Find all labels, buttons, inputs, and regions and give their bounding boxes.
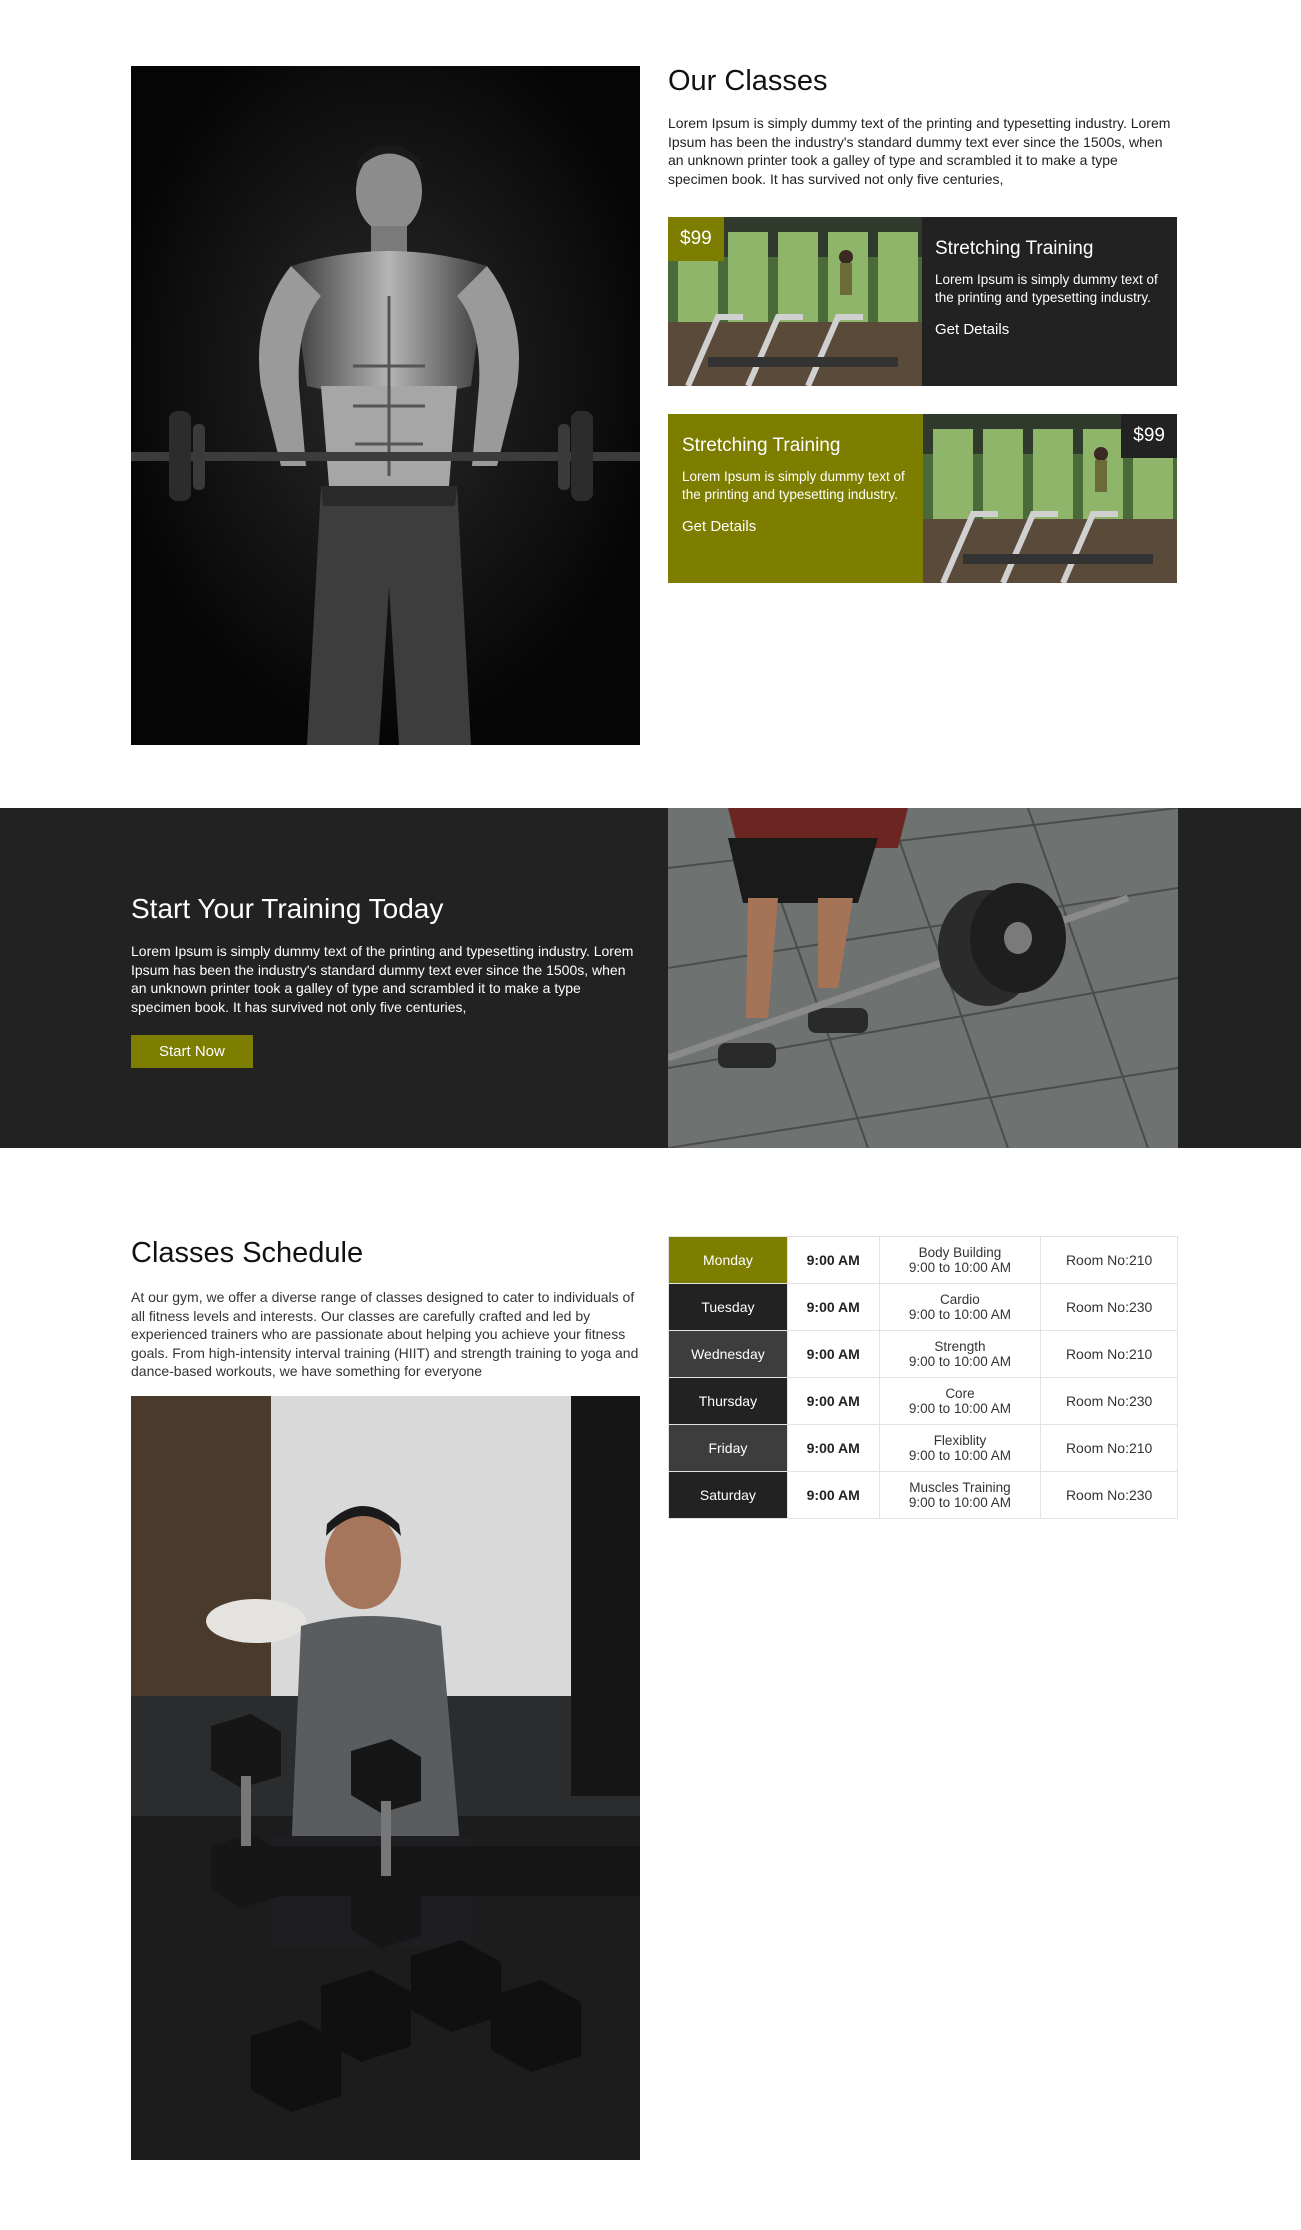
class-hours: 9:00 to 10:00 AM bbox=[908, 1401, 1011, 1416]
table-row: Friday 9:00 AM Flexiblity 9:00 to 10:00 A… bbox=[668, 1424, 1178, 1472]
room-cell: Room No:230 bbox=[1040, 1283, 1178, 1331]
time-cell: 9:00 AM bbox=[786, 1236, 880, 1284]
section-title: Start Your Training Today bbox=[131, 893, 444, 924]
table-row: Tuesday 9:00 AM Cardio 9:00 to 10:00 AM R… bbox=[668, 1283, 1178, 1331]
day-cell: Wednesday bbox=[668, 1330, 788, 1378]
class-hours: 9:00 to 10:00 AM bbox=[908, 1448, 1011, 1463]
time-cell: 9:00 AM bbox=[786, 1471, 880, 1519]
card-content: Stretching Training Lorem Ipsum is simpl… bbox=[922, 217, 1177, 386]
price-badge: $99 bbox=[668, 217, 724, 261]
classes-schedule-section: Classes Schedule At our gym, we offer a … bbox=[0, 1148, 1301, 2230]
class-cell: Strength 9:00 to 10:00 AM bbox=[878, 1330, 1042, 1378]
time-cell: 9:00 AM bbox=[786, 1330, 880, 1378]
day-cell: Saturday bbox=[668, 1471, 788, 1519]
room-cell: Room No:210 bbox=[1040, 1236, 1178, 1284]
section-title: Our Classes bbox=[668, 65, 828, 97]
our-classes-intro: Our Classes Lorem Ipsum is simply dummy … bbox=[668, 62, 1178, 188]
dumbbell-training-photo bbox=[131, 1396, 640, 2160]
treadmill-photo: $99 bbox=[923, 414, 1177, 583]
class-card: $99 Stretching Training Lorem Ipsum is s… bbox=[668, 217, 1177, 386]
card-description: Lorem Ipsum is simply dummy text of the … bbox=[935, 272, 1158, 305]
class-card: Stretching Training Lorem Ipsum is simpl… bbox=[668, 414, 1177, 583]
card-title: Stretching Training bbox=[935, 238, 1094, 259]
room-cell: Room No:210 bbox=[1040, 1330, 1178, 1378]
room-cell: Room No:230 bbox=[1040, 1471, 1178, 1519]
table-row: Wednesday 9:00 AM Strength 9:00 to 10:00 … bbox=[668, 1330, 1178, 1378]
section-description: At our gym, we offer a diverse range of … bbox=[131, 1289, 639, 1379]
bodybuilder-photo bbox=[131, 66, 640, 745]
card-content: Stretching Training Lorem Ipsum is simpl… bbox=[668, 414, 923, 583]
our-classes-section: Our Classes Lorem Ipsum is simply dummy … bbox=[0, 0, 1301, 808]
time-cell: 9:00 AM bbox=[786, 1424, 880, 1472]
class-cell: Core 9:00 to 10:00 AM bbox=[878, 1377, 1042, 1425]
class-cell: Muscles Training 9:00 to 10:00 AM bbox=[878, 1471, 1042, 1519]
class-cell: Flexiblity 9:00 to 10:00 AM bbox=[878, 1424, 1042, 1472]
start-now-button[interactable]: Start Now bbox=[131, 1035, 253, 1068]
get-details-link[interactable]: Get Details bbox=[935, 321, 1009, 338]
section-description: Lorem Ipsum is simply dummy text of the … bbox=[668, 115, 1171, 187]
class-name: Cardio bbox=[940, 1292, 980, 1307]
class-hours: 9:00 to 10:00 AM bbox=[908, 1307, 1011, 1322]
room-cell: Room No:230 bbox=[1040, 1377, 1178, 1425]
class-hours: 9:00 to 10:00 AM bbox=[908, 1260, 1011, 1275]
treadmill-photo: $99 bbox=[668, 217, 922, 386]
class-hours: 9:00 to 10:00 AM bbox=[908, 1495, 1011, 1510]
schedule-intro: Classes Schedule At our gym, we offer a … bbox=[131, 1234, 641, 1381]
price-badge: $99 bbox=[1121, 414, 1177, 458]
class-cell: Body Building 9:00 to 10:00 AM bbox=[878, 1236, 1042, 1284]
day-cell: Thursday bbox=[668, 1377, 788, 1425]
class-name: Muscles Training bbox=[909, 1480, 1011, 1495]
day-cell: Friday bbox=[668, 1424, 788, 1472]
time-cell: 9:00 AM bbox=[786, 1283, 880, 1331]
section-title: Classes Schedule bbox=[131, 1237, 364, 1269]
day-cell: Tuesday bbox=[668, 1283, 788, 1331]
schedule-table: Monday 9:00 AM Body Building 9:00 to 10:0… bbox=[668, 1236, 1178, 1519]
start-training-section: Start Your Training Today Lorem Ipsum is… bbox=[0, 808, 1301, 1148]
day-cell: Monday bbox=[668, 1236, 788, 1284]
room-cell: Room No:210 bbox=[1040, 1424, 1178, 1472]
get-details-link[interactable]: Get Details bbox=[682, 518, 756, 535]
table-row: Monday 9:00 AM Body Building 9:00 to 10:0… bbox=[668, 1236, 1178, 1284]
card-description: Lorem Ipsum is simply dummy text of the … bbox=[682, 469, 905, 502]
class-name: Core bbox=[945, 1386, 975, 1401]
class-name: Flexiblity bbox=[933, 1433, 987, 1448]
section-description: Lorem Ipsum is simply dummy text of the … bbox=[131, 943, 634, 1015]
class-name: Body Building bbox=[918, 1245, 1002, 1260]
card-title: Stretching Training bbox=[682, 435, 841, 456]
training-intro: Start Your Training Today Lorem Ipsum is… bbox=[131, 890, 641, 1068]
class-hours: 9:00 to 10:00 AM bbox=[908, 1354, 1011, 1369]
time-cell: 9:00 AM bbox=[786, 1377, 880, 1425]
table-row: Thursday 9:00 AM Core 9:00 to 10:00 AM Ro… bbox=[668, 1377, 1178, 1425]
class-cell: Cardio 9:00 to 10:00 AM bbox=[878, 1283, 1042, 1331]
table-row: Saturday 9:00 AM Muscles Training 9:00 to… bbox=[668, 1471, 1178, 1519]
class-name: Strength bbox=[934, 1339, 986, 1354]
deadlift-photo bbox=[668, 808, 1178, 1148]
